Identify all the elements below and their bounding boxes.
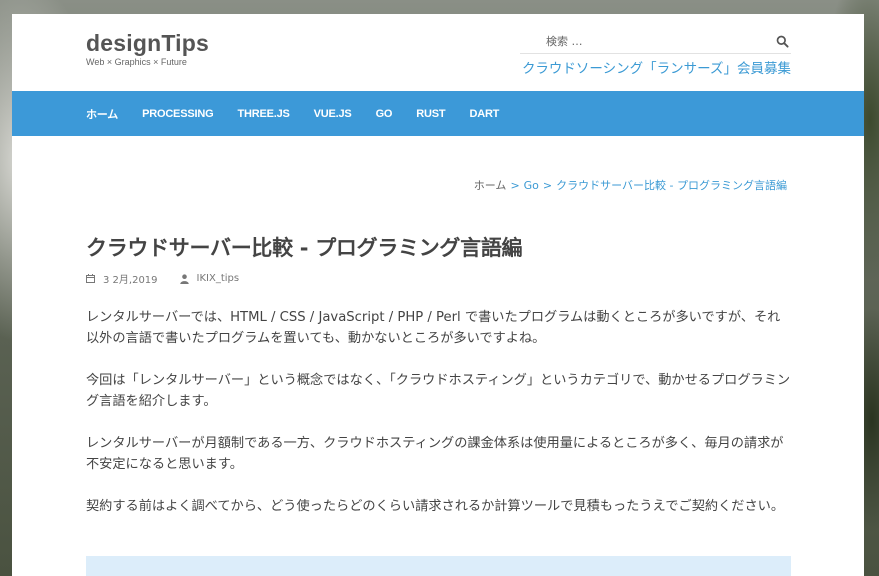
notice-box (86, 556, 791, 576)
nav-item-threejs[interactable]: THREE.JS (237, 108, 289, 120)
post-author: IKIX_tips (179, 273, 240, 284)
search-input[interactable] (520, 30, 760, 52)
site-logo[interactable]: designTips (86, 30, 209, 57)
site-tagline: Web × Graphics × Future (86, 57, 187, 67)
article-paragraph: レンタルサーバーが月額制である一方、クラウドホスティングの課金体系は使用量による… (86, 436, 784, 472)
search-box (520, 30, 791, 54)
calendar-icon (86, 274, 95, 283)
promo-link[interactable]: クラウドソーシング「ランサーズ」会員募集 (522, 57, 791, 77)
post-author-link[interactable]: IKIX_tips (197, 273, 240, 284)
nav-item-vuejs[interactable]: VUE.JS (314, 108, 352, 120)
breadcrumb: ホーム > Go > クラウドサーバー比較 - プログラミング言語編 (474, 177, 787, 193)
post-date-text: 3 2月,2019 (103, 275, 158, 286)
breadcrumb-category[interactable]: Go (524, 179, 539, 192)
article-paragraph: 今回は「レンタルサーバー」という概念ではなく、「クラウドホスティング」というカテ… (86, 373, 791, 409)
search-icon[interactable] (776, 35, 789, 48)
breadcrumb-current: クラウドサーバー比較 - プログラミング言語編 (556, 179, 787, 192)
breadcrumb-separator: > (510, 179, 520, 192)
breadcrumb-home[interactable]: ホーム (474, 179, 507, 192)
nav-item-rust[interactable]: RUST (416, 108, 445, 120)
article-title: クラウドサーバー比較 - プログラミング言語編 (86, 236, 523, 260)
article-paragraph: 契約する前はよく調べてから、どう使ったらどのくらい請求されるか計算ツールで見積も… (86, 499, 785, 514)
nav-item-home[interactable]: ホーム (86, 106, 118, 122)
main-nav: ホーム PROCESSING THREE.JS VUE.JS GO RUST D… (12, 91, 864, 136)
site-header: designTips Web × Graphics × Future クラウドソ… (12, 14, 864, 91)
article-paragraph: レンタルサーバーでは、HTML / CSS / JavaScript / PHP… (86, 310, 781, 346)
article-meta: 3 2月,2019 IKIX_tips (86, 271, 261, 286)
article-body: レンタルサーバーでは、HTML / CSS / JavaScript / PHP… (86, 307, 792, 538)
page-container: designTips Web × Graphics × Future クラウドソ… (12, 14, 864, 576)
nav-item-processing[interactable]: PROCESSING (142, 108, 214, 120)
nav-item-go[interactable]: GO (376, 108, 393, 120)
breadcrumb-separator: > (542, 179, 553, 192)
post-date: 3 2月,2019 (86, 271, 158, 286)
user-icon (179, 273, 189, 284)
nav-item-dart[interactable]: DART (469, 108, 499, 120)
